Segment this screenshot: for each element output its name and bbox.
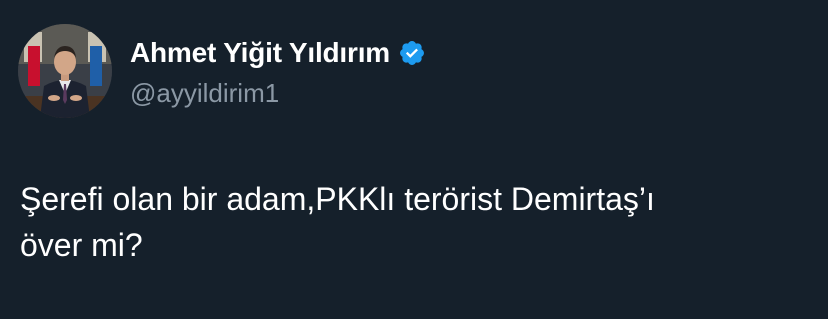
- author-handle[interactable]: @ayyildirim1: [130, 78, 279, 109]
- tweet-card: Ahmet Yiğit Yıldırım @ayyildirim1 Şerefi…: [0, 0, 828, 319]
- author-avatar[interactable]: [18, 24, 112, 118]
- profile-photo-icon: [18, 24, 112, 118]
- verified-badge-icon: [398, 39, 426, 67]
- author-name-row: Ahmet Yiğit Yıldırım: [130, 34, 426, 72]
- tweet-text: Şerefi olan bir adam,PKKlı terörist Demi…: [20, 181, 655, 263]
- author-display-name[interactable]: Ahmet Yiğit Yıldırım: [130, 37, 390, 69]
